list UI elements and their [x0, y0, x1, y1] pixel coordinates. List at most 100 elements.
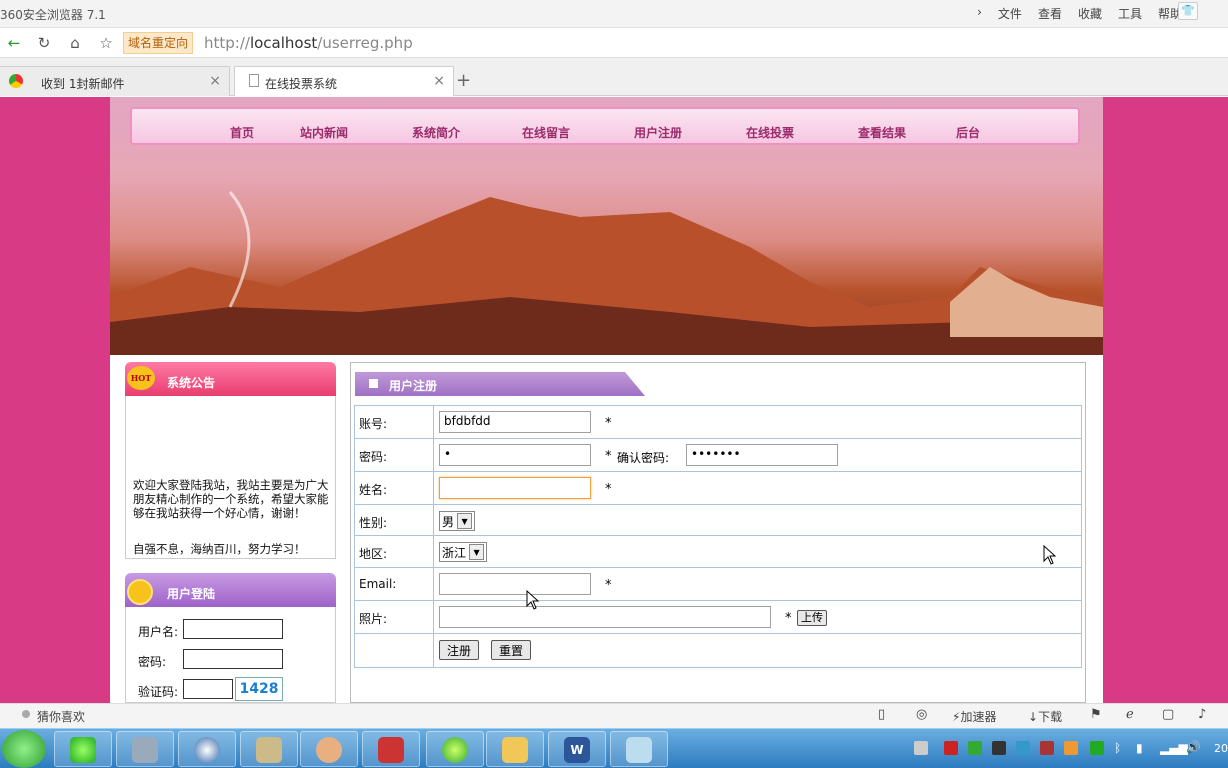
home-icon[interactable]: ⌂: [65, 33, 85, 53]
notice-header: HOT 系统公告: [125, 362, 336, 396]
confirm-password-input[interactable]: •••••••: [686, 444, 838, 466]
download-button[interactable]: ↓下载: [1028, 708, 1062, 725]
tray-green-icon[interactable]: [968, 741, 982, 755]
tray-blue-icon[interactable]: [1016, 741, 1030, 755]
captcha-input[interactable]: [183, 679, 233, 699]
region-select[interactable]: 浙江 ▼: [439, 542, 488, 562]
eclipse-icon: [194, 737, 220, 763]
form-row-photo: 照片: * 上传: [355, 601, 1081, 634]
domain-redirect-badge[interactable]: 域名重定向: [123, 32, 194, 54]
new-tab-button[interactable]: +: [456, 70, 471, 91]
tray-record-icon[interactable]: [1040, 741, 1054, 755]
dropdown-arrow-icon: ▼: [457, 513, 473, 529]
nav-home[interactable]: 首页: [230, 124, 254, 141]
accelerator-label: 加速器: [960, 710, 997, 724]
password-input[interactable]: •: [439, 444, 591, 466]
login-username-input[interactable]: [183, 619, 283, 639]
login-password-input[interactable]: [183, 649, 283, 669]
menu-view[interactable]: 查看: [1038, 5, 1062, 22]
url-path: /userreg.php: [317, 34, 413, 52]
username-label: 用户名:: [138, 625, 179, 639]
gender-select[interactable]: 男 ▼: [439, 511, 476, 531]
form-row-email: Email: *: [355, 568, 1081, 601]
dropdown-arrow-icon: ▼: [469, 544, 485, 560]
nav-news[interactable]: 站内新闻: [300, 124, 348, 141]
bluetooth-icon[interactable]: ᛒ: [1114, 741, 1121, 755]
taskbar-app-explorer[interactable]: [486, 731, 544, 767]
hot-badge: HOT: [127, 366, 155, 390]
taskbar-app-browser[interactable]: [426, 731, 484, 767]
taskbar-app-notes[interactable]: [610, 731, 668, 767]
banner-image: 首页 站内新闻 系统简介 在线留言 用户注册 在线投票 查看结果 后台: [110, 97, 1103, 355]
email-input[interactable]: [439, 573, 591, 595]
medal-icon: [127, 579, 153, 605]
tray-nvidia-icon[interactable]: [1090, 741, 1104, 755]
form-row-password: 密码: • * 确认密码: •••••••: [355, 439, 1081, 472]
name-label: 姓名:: [355, 472, 434, 504]
nav-guestbook[interactable]: 在线留言: [522, 124, 570, 141]
tab-voting[interactable]: 在线投票系统 ×: [234, 66, 454, 96]
taskbar-app-eclipse[interactable]: [178, 731, 236, 767]
photo-input[interactable]: [439, 606, 771, 628]
volume-icon[interactable]: 🔊: [1186, 740, 1201, 754]
clock[interactable]: 20: [1214, 742, 1228, 755]
network-icon[interactable]: ▂▄▆: [1160, 741, 1188, 755]
taskbar-app-toolbox[interactable]: [362, 731, 420, 767]
browser-title: 360安全浏览器 7.1: [0, 8, 106, 22]
nav-admin[interactable]: 后台: [956, 124, 980, 141]
accelerator-button[interactable]: ⚡加速器: [952, 708, 996, 725]
skin-icon[interactable]: 👕: [1178, 2, 1198, 20]
url-field[interactable]: http://localhost/userreg.php: [204, 34, 413, 52]
back-arrow-icon[interactable]: ←: [4, 33, 24, 53]
flag-icon[interactable]: ⚑: [1090, 707, 1102, 722]
tray-red-icon[interactable]: [944, 741, 958, 755]
required-mark: *: [605, 449, 612, 464]
browser-title-bar: 360安全浏览器 7.1 › 文件 查看 收藏 工具 帮助 👕: [0, 0, 1228, 28]
taskbar-app-word[interactable]: W: [548, 731, 606, 767]
submit-button[interactable]: 注册: [439, 640, 480, 660]
tray-orange-icon[interactable]: [1064, 741, 1078, 755]
tab-mail[interactable]: 收到 1封新邮件 ×: [0, 66, 230, 96]
reset-button[interactable]: 重置: [491, 640, 532, 660]
tab-strip: 收到 1封新邮件 × 在线投票系统 × +: [0, 58, 1228, 96]
speed-icon[interactable]: ◎: [916, 707, 927, 722]
menu-tools[interactable]: 工具: [1118, 5, 1142, 22]
account-input[interactable]: bfdbfdd: [439, 411, 591, 433]
nav-about[interactable]: 系统简介: [412, 124, 460, 141]
mobile-icon[interactable]: ▯: [878, 707, 885, 722]
star-icon[interactable]: ☆: [96, 33, 116, 53]
battery-icon[interactable]: ▮: [1136, 741, 1143, 755]
taskbar-app-server[interactable]: [116, 731, 174, 767]
ie-icon[interactable]: ℯ: [1126, 707, 1134, 722]
captcha-image[interactable]: 1428: [235, 677, 283, 701]
required-mark: *: [785, 611, 792, 626]
gender-label: 性别:: [355, 505, 434, 535]
upload-button[interactable]: 上传: [797, 610, 827, 626]
nav-vote[interactable]: 在线投票: [746, 124, 794, 141]
keyboard-icon[interactable]: [914, 741, 928, 755]
url-prefix: http://: [204, 34, 250, 52]
tab-label: 收到 1封新邮件: [41, 77, 125, 91]
taskbar-app-360[interactable]: [54, 731, 112, 767]
window-icon[interactable]: ▢: [1162, 707, 1174, 722]
tools-icon: [256, 737, 282, 763]
menu-file[interactable]: 文件: [998, 5, 1022, 22]
chevron-right-icon[interactable]: ›: [977, 5, 982, 22]
taskbar-app-avatar[interactable]: [300, 731, 358, 767]
login-header: 用户登陆: [125, 573, 336, 607]
refresh-icon[interactable]: ↻: [34, 33, 54, 53]
site-nav: 首页 站内新闻 系统简介 在线留言 用户注册 在线投票 查看结果 后台: [130, 107, 1080, 145]
close-icon[interactable]: ×: [209, 73, 221, 89]
name-input[interactable]: [439, 477, 591, 499]
nav-results[interactable]: 查看结果: [858, 124, 906, 141]
taskbar-app-tools[interactable]: [240, 731, 298, 767]
start-button[interactable]: [2, 730, 46, 768]
nav-register[interactable]: 用户注册: [634, 124, 682, 141]
menu-favorites[interactable]: 收藏: [1078, 5, 1102, 22]
tray-dark-icon[interactable]: [992, 741, 1006, 755]
word-icon: W: [564, 737, 590, 763]
recommend-link[interactable]: 猜你喜欢: [37, 708, 85, 725]
account-label: 账号:: [355, 406, 434, 438]
close-icon[interactable]: ×: [433, 73, 445, 89]
sound-icon[interactable]: ♪: [1198, 707, 1206, 722]
